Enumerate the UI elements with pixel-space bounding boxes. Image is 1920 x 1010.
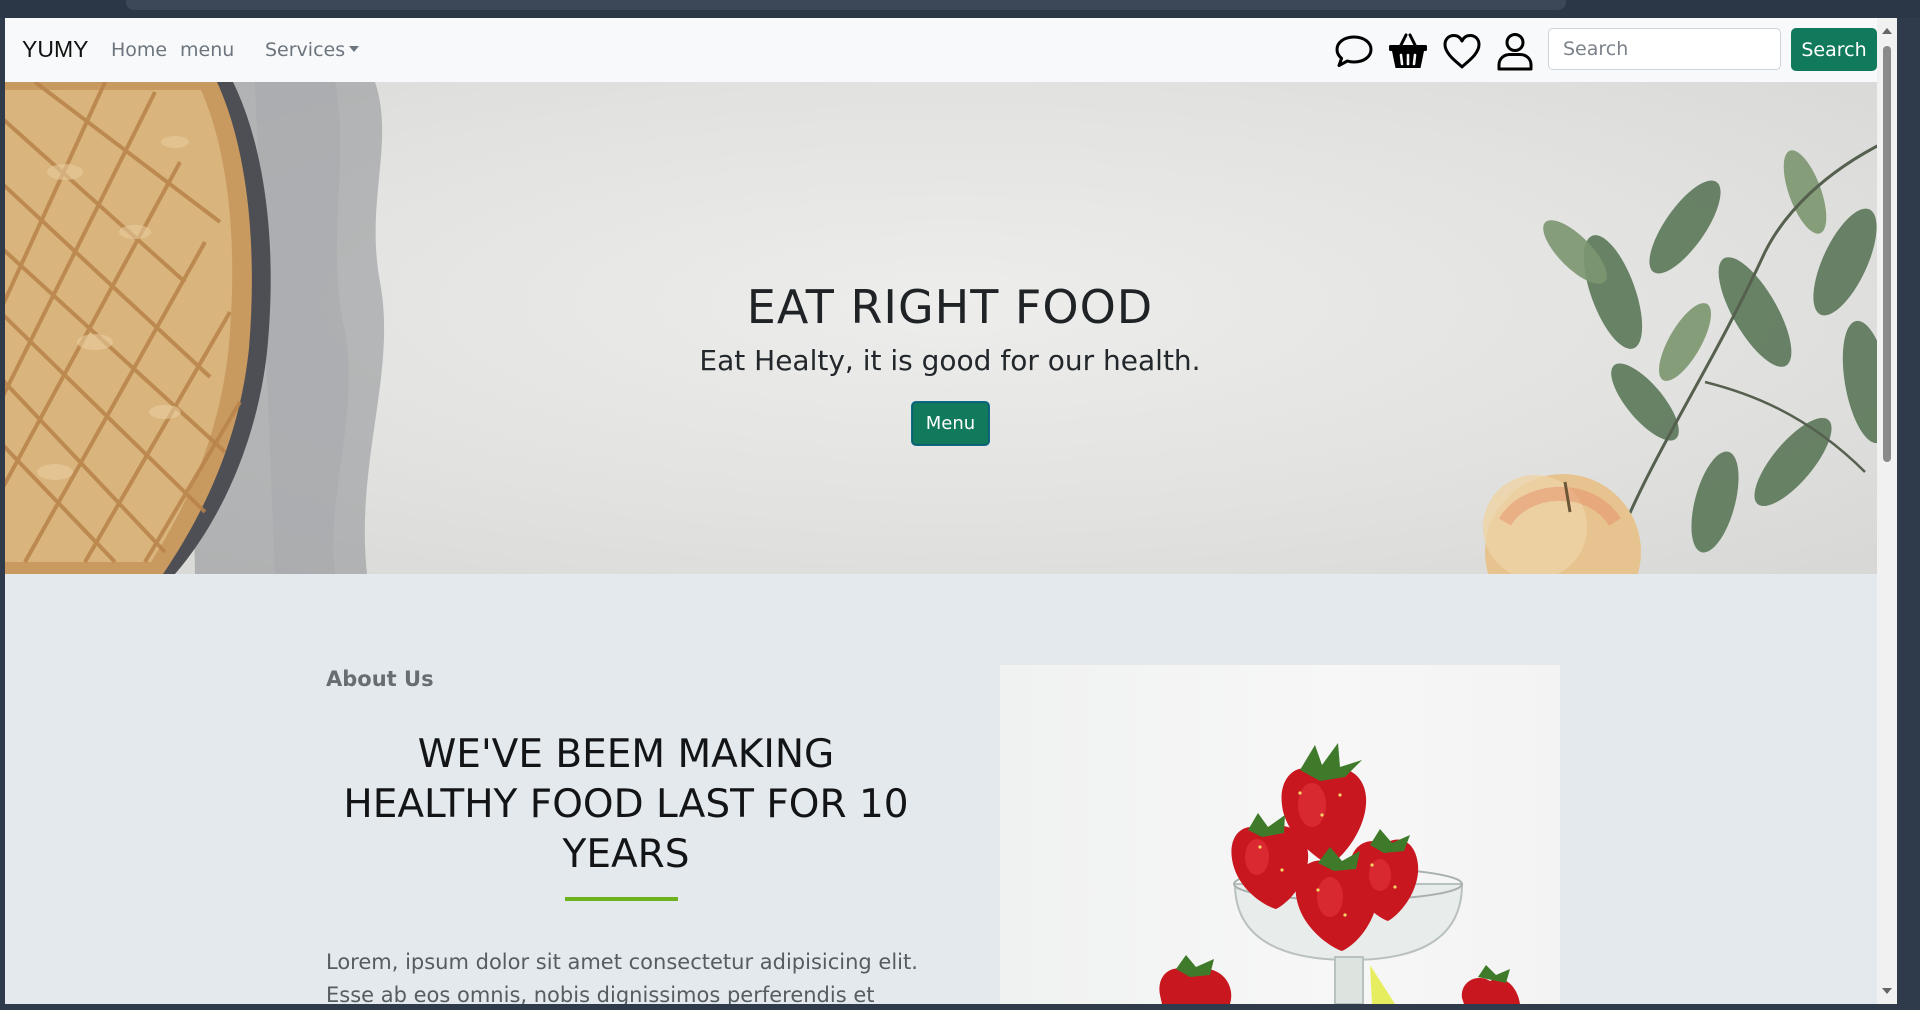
services-label: Services <box>265 39 346 61</box>
nav-services-dropdown[interactable]: Services <box>265 39 360 61</box>
strawberry-illustration <box>1159 743 1520 1004</box>
user-icon[interactable] <box>1494 30 1536 72</box>
navbar: YUMY Home menu Services Search <box>5 18 1897 83</box>
page-viewport: YUMY Home menu Services Search Search EA… <box>5 18 1897 1004</box>
chat-icon[interactable] <box>1333 30 1375 72</box>
scroll-down-icon[interactable] <box>1882 988 1892 994</box>
about-heading: WE'VE BEEM MAKING HEALTHY FOOD LAST FOR … <box>343 732 909 877</box>
about-divider <box>565 897 678 901</box>
browser-chrome <box>0 0 1920 18</box>
heart-icon[interactable] <box>1441 30 1483 72</box>
about-paragraph: Lorem, ipsum dolor sit amet consectetur … <box>326 950 918 1004</box>
strawberry-bowl-image <box>1000 665 1560 1004</box>
search-button[interactable]: Search <box>1791 28 1877 71</box>
nav-menu-link[interactable]: menu <box>180 39 234 61</box>
about-section-label: About Us <box>326 667 434 691</box>
search-input[interactable] <box>1548 28 1781 70</box>
nav-home-link[interactable]: Home <box>111 39 167 61</box>
scrollbar-thumb[interactable] <box>1883 46 1891 462</box>
address-bar <box>126 0 1566 10</box>
page-scrollbar[interactable] <box>1877 18 1897 1004</box>
hero-subtitle: Eat Healty, it is good for our health. <box>699 344 1201 377</box>
hero-title: EAT RIGHT FOOD <box>746 280 1154 334</box>
caret-down-icon <box>349 46 360 52</box>
basket-icon[interactable] <box>1387 30 1429 72</box>
scroll-up-icon[interactable] <box>1882 28 1892 34</box>
hero-banner: EAT RIGHT FOOD Eat Healty, it is good fo… <box>5 82 1897 574</box>
hero-menu-button[interactable]: Menu <box>912 402 989 445</box>
brand-logo[interactable]: YUMY <box>22 36 88 63</box>
